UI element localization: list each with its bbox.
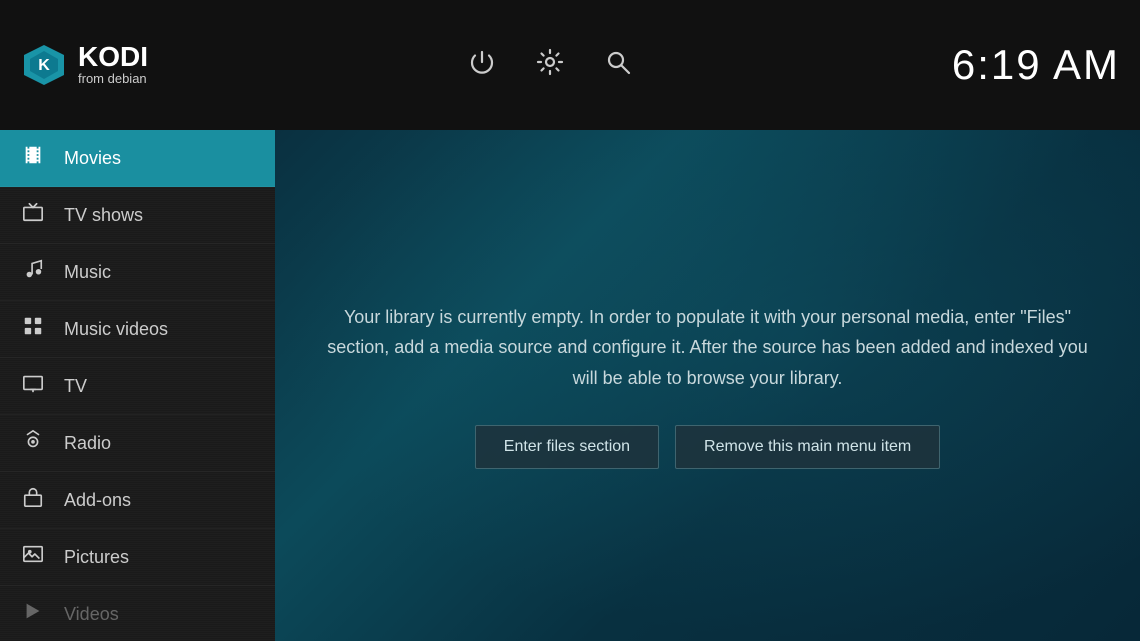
content-panel: Your library is currently empty. In orde… — [275, 130, 1140, 641]
sidebar-label-tvshows: TV shows — [64, 205, 143, 226]
sidebar-item-pictures[interactable]: Pictures — [0, 529, 275, 586]
pictures-icon — [20, 543, 46, 571]
settings-icon[interactable] — [536, 48, 564, 83]
sidebar-item-addons[interactable]: Add-ons — [0, 472, 275, 529]
top-icons — [468, 48, 632, 83]
sidebar-label-radio: Radio — [64, 433, 111, 454]
videos-icon — [20, 600, 46, 628]
sidebar-item-tv[interactable]: TV — [0, 358, 275, 415]
power-icon[interactable] — [468, 48, 496, 83]
movies-icon — [20, 144, 46, 172]
sidebar-item-musicvideos[interactable]: Music videos — [0, 301, 275, 358]
sidebar-label-movies: Movies — [64, 148, 121, 169]
sidebar-item-movies[interactable]: Movies — [0, 130, 275, 187]
library-empty-text: Your library is currently empty. In orde… — [318, 302, 1098, 394]
sidebar-item-music[interactable]: Music — [0, 244, 275, 301]
kodi-brand-label: KODI — [78, 43, 148, 71]
kodi-subtitle-label: from debian — [78, 71, 148, 87]
sidebar-item-tvshows[interactable]: TV shows — [0, 187, 275, 244]
enter-files-button[interactable]: Enter files section — [475, 425, 659, 469]
sidebar-label-music: Music — [64, 262, 111, 283]
sidebar-label-musicvideos: Music videos — [64, 319, 168, 340]
main-content: Movies TV shows Music Music videos — [0, 130, 1140, 641]
musicvideos-icon — [20, 315, 46, 343]
action-buttons: Enter files section Remove this main men… — [318, 425, 1098, 469]
logo-area: K KODI from debian — [20, 41, 148, 89]
sidebar-item-radio[interactable]: Radio — [0, 415, 275, 472]
top-bar: K KODI from debian 6:19 AM — [0, 0, 1140, 130]
sidebar-item-videos[interactable]: Videos — [0, 586, 275, 641]
time-display: 6:19 AM — [952, 41, 1120, 89]
remove-menu-item-button[interactable]: Remove this main menu item — [675, 425, 940, 469]
svg-text:K: K — [38, 57, 50, 74]
sidebar: Movies TV shows Music Music videos — [0, 130, 275, 641]
tvshows-icon — [20, 201, 46, 229]
music-icon — [20, 258, 46, 286]
radio-icon — [20, 429, 46, 457]
tv-icon — [20, 372, 46, 400]
logo-text: KODI from debian — [78, 43, 148, 87]
sidebar-label-tv: TV — [64, 376, 87, 397]
sidebar-label-videos: Videos — [64, 604, 119, 625]
sidebar-label-addons: Add-ons — [64, 490, 131, 511]
library-message: Your library is currently empty. In orde… — [318, 302, 1098, 470]
addons-icon — [20, 486, 46, 514]
search-icon[interactable] — [604, 48, 632, 83]
kodi-logo-icon: K — [20, 41, 68, 89]
sidebar-label-pictures: Pictures — [64, 547, 129, 568]
